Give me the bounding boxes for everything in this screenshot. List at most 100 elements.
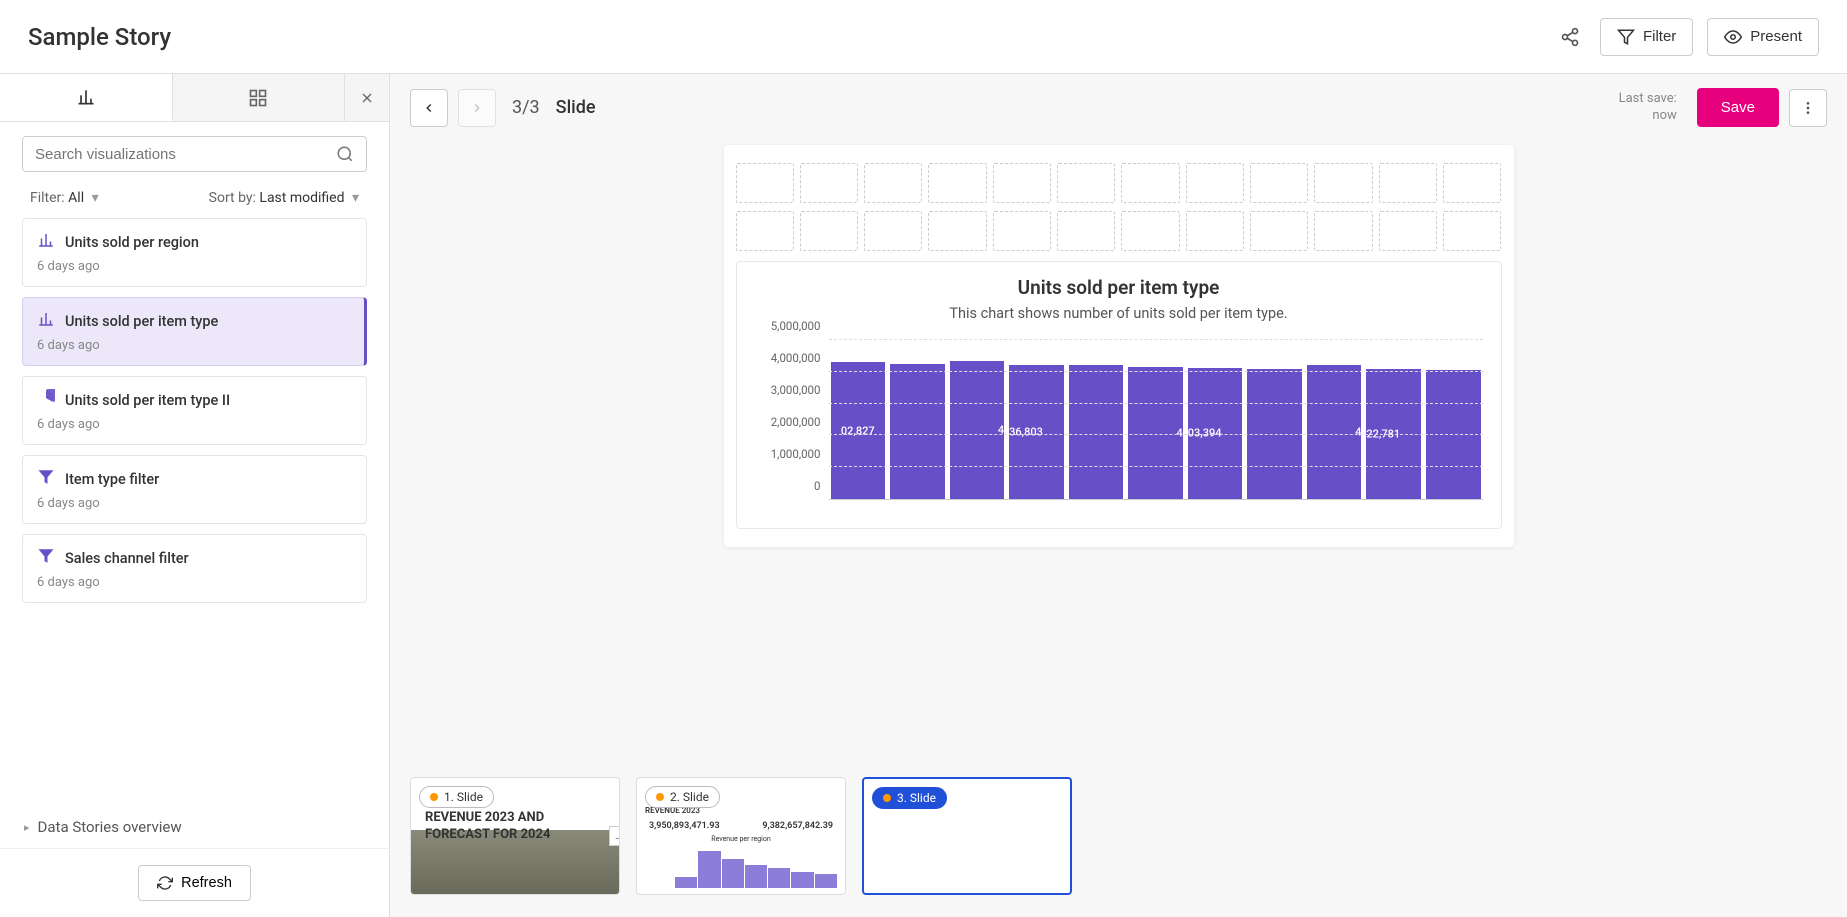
placeholder-cell[interactable]	[1443, 211, 1501, 251]
chart-body: 01,000,0002,000,0003,000,0004,000,0005,0…	[747, 340, 1491, 500]
bar-chart-icon	[37, 310, 55, 332]
y-tick: 0	[814, 479, 820, 493]
chevron-down-icon: ▾	[352, 190, 359, 206]
placeholder-cell[interactable]	[800, 163, 858, 203]
close-icon	[359, 90, 375, 106]
topbar: Sample Story Filter Present	[0, 0, 1847, 74]
slide-area: Units sold per item type This chart show…	[390, 141, 1847, 755]
bar[interactable]: 4	[1128, 367, 1183, 499]
bar-chart-icon	[76, 87, 96, 107]
placeholder-cell[interactable]	[800, 211, 858, 251]
sidebar: Filter: All ▾ Sort by: Last modified ▾ U…	[0, 74, 390, 917]
next-slide-button[interactable]	[458, 89, 496, 127]
placeholder-cell[interactable]	[928, 163, 986, 203]
viz-item-title: Units sold per item type II	[65, 392, 230, 409]
placeholder-cell[interactable]	[1443, 163, 1501, 203]
more-button[interactable]	[1789, 89, 1827, 127]
tab-close[interactable]	[345, 74, 389, 121]
y-axis: 01,000,0002,000,0003,000,0004,000,0005,0…	[755, 340, 829, 500]
placeholder-cell[interactable]	[1379, 211, 1437, 251]
y-tick: 3,000,000	[771, 383, 821, 397]
placeholder-cell[interactable]	[1186, 211, 1244, 251]
bars: 02,827436,803403,394422,781	[829, 340, 1483, 499]
arrow-right-icon: →	[609, 826, 620, 846]
refresh-icon	[157, 875, 173, 891]
viz-item-sub: 6 days ago	[37, 575, 352, 590]
viz-item[interactable]: Units sold per item type II6 days ago	[22, 376, 367, 445]
more-vertical-icon	[1800, 100, 1816, 116]
grid-icon	[248, 88, 268, 108]
bar[interactable]: 4	[950, 361, 1005, 499]
viz-item-title: Sales channel filter	[65, 550, 189, 567]
sort-dropdown[interactable]: Sort by: Last modified ▾	[209, 190, 359, 206]
search-icon	[336, 145, 354, 163]
sidebar-tabs	[0, 74, 389, 122]
bar[interactable]: 02,827	[831, 362, 886, 499]
placeholder-cell[interactable]	[1314, 211, 1372, 251]
chart-subtitle: This chart shows number of units sold pe…	[747, 305, 1491, 322]
placeholder-cell[interactable]	[1379, 163, 1437, 203]
viz-item[interactable]: Item type filter6 days ago	[22, 455, 367, 524]
present-button[interactable]: Present	[1707, 18, 1819, 56]
bar[interactable]	[890, 364, 945, 499]
placeholder-cell[interactable]	[993, 163, 1051, 203]
placeholder-cell[interactable]	[736, 163, 794, 203]
chart-card[interactable]: Units sold per item type This chart show…	[736, 261, 1502, 529]
placeholder-cell[interactable]	[736, 211, 794, 251]
y-tick: 2,000,000	[771, 415, 821, 429]
search-input-wrap[interactable]	[22, 136, 367, 172]
search-input[interactable]	[35, 146, 336, 163]
prev-slide-button[interactable]	[410, 89, 448, 127]
tab-components[interactable]	[173, 74, 346, 121]
placeholder-cell[interactable]	[1057, 211, 1115, 251]
bar[interactable]: 36,803	[1009, 365, 1064, 499]
viz-item[interactable]: Sales channel filter 6 days ago	[22, 534, 367, 603]
placeholder-row	[736, 163, 1502, 203]
thumbnail-2[interactable]: 2. Slide REVENUE 2023 3,950,893,471.93 9…	[636, 777, 846, 895]
slide[interactable]: Units sold per item type This chart show…	[724, 145, 1514, 547]
refresh-button[interactable]: Refresh	[138, 865, 251, 901]
chart-title: Units sold per item type	[747, 276, 1491, 299]
slide-title: Slide	[556, 97, 596, 118]
filter-sort-row: Filter: All ▾ Sort by: Last modified ▾	[0, 182, 389, 218]
chevron-right-icon	[470, 101, 484, 115]
share-icon[interactable]	[1554, 21, 1586, 53]
viz-item-title: Units sold per region	[65, 234, 199, 251]
tab-visualizations[interactable]	[0, 74, 173, 121]
placeholder-cell[interactable]	[1121, 211, 1179, 251]
placeholder-cell[interactable]	[1186, 163, 1244, 203]
placeholder-cell[interactable]	[1314, 163, 1372, 203]
viz-item-title: Units sold per item type	[65, 313, 218, 330]
filter-dropdown[interactable]: Filter: All ▾	[30, 190, 99, 206]
bar-chart-icon	[37, 231, 55, 253]
filter-icon	[37, 468, 55, 490]
placeholder-cell[interactable]	[993, 211, 1051, 251]
thumb-badge: 1. Slide	[419, 786, 494, 808]
bar[interactable]	[1069, 365, 1124, 499]
y-tick: 4,000,000	[771, 351, 821, 365]
viz-item-sub: 6 days ago	[37, 259, 352, 274]
placeholder-cell[interactable]	[928, 211, 986, 251]
viz-item-sub: 6 days ago	[37, 338, 350, 353]
filter-label: Filter	[1643, 28, 1676, 45]
pie-chart-icon	[37, 389, 55, 411]
y-tick: 1,000,000	[771, 447, 821, 461]
placeholder-cell[interactable]	[1250, 163, 1308, 203]
bar[interactable]: 4	[1307, 365, 1362, 499]
viz-item[interactable]: Units sold per region 6 days ago	[22, 218, 367, 287]
placeholder-cell[interactable]	[1057, 163, 1115, 203]
save-button[interactable]: Save	[1697, 88, 1779, 127]
data-stories-link[interactable]: Data Stories overview	[0, 806, 389, 848]
placeholder-cell[interactable]	[864, 163, 922, 203]
thumbnail-1[interactable]: 1. Slide REVENUE 2023 AND FORECAST FOR 2…	[410, 777, 620, 895]
placeholder-cell[interactable]	[1250, 211, 1308, 251]
thumbnail-3[interactable]: 3. Slide	[862, 777, 1072, 895]
visualization-list: Units sold per region6 days agoUnits sol…	[0, 218, 389, 806]
thumbnail-strip: 1. Slide REVENUE 2023 AND FORECAST FOR 2…	[390, 755, 1847, 917]
placeholder-cell[interactable]	[864, 211, 922, 251]
placeholder-cell[interactable]	[1121, 163, 1179, 203]
viz-item[interactable]: Units sold per item type 6 days ago	[22, 297, 367, 366]
filter-button[interactable]: Filter	[1600, 18, 1693, 56]
eye-icon	[1724, 28, 1742, 46]
slide-indicator: 3/3	[512, 97, 540, 118]
